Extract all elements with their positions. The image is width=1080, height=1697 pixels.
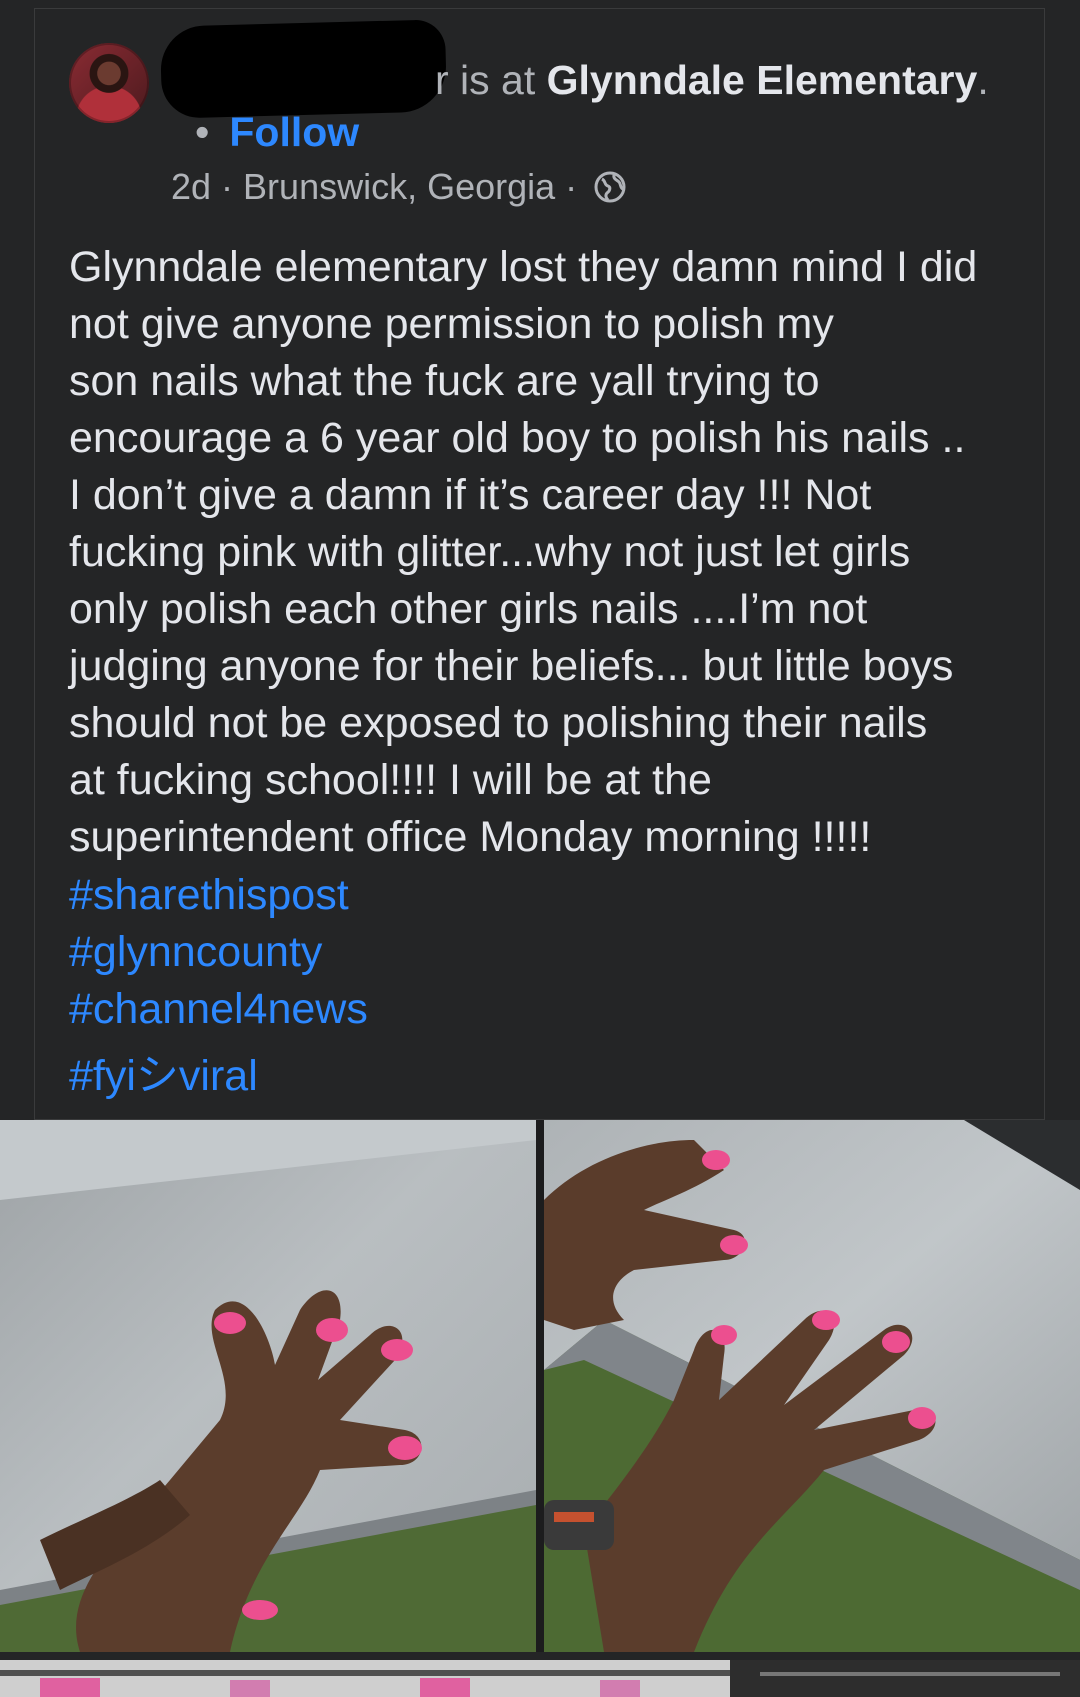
follow-row: • Follow bbox=[195, 107, 359, 157]
post-text-line: I don’t give a damn if it’s career day !… bbox=[69, 471, 872, 519]
follow-separator: • bbox=[195, 109, 210, 155]
post-text-line: encourage a 6 year old boy to polish his… bbox=[69, 414, 966, 462]
globe-icon[interactable] bbox=[593, 170, 627, 204]
place-suffix: . bbox=[977, 57, 989, 103]
post-text: Glynndale elementary lost they damn mind… bbox=[69, 239, 1059, 866]
place-link[interactable]: Glynndale Elementary bbox=[547, 57, 978, 103]
photo-hand-right[interactable] bbox=[544, 1120, 1080, 1652]
post-card: r is at Glynndale Elementary. • Follow 2d… bbox=[34, 8, 1045, 1120]
post-text-line: son nails what the fuck are yall trying … bbox=[69, 357, 820, 405]
meta-separator: · bbox=[565, 166, 578, 207]
post-text-line: judging anyone for their beliefs... but … bbox=[69, 642, 954, 690]
post-meta: 2d · Brunswick, Georgia · bbox=[171, 165, 627, 209]
hashtag-link[interactable]: #glynncounty bbox=[69, 924, 368, 981]
hashtag-list: #sharethispost #glynncounty #channel4new… bbox=[69, 867, 368, 1105]
post-timestamp[interactable]: 2d bbox=[171, 165, 211, 209]
post-text-line: should not be exposed to polishing their… bbox=[69, 699, 928, 747]
photo-grid bbox=[0, 1120, 1080, 1652]
post-text-line: at fucking school!!!! I will be at the bbox=[69, 756, 712, 804]
follow-button[interactable]: Follow bbox=[229, 109, 359, 155]
redacted-author-name bbox=[159, 19, 448, 119]
hashtag-link[interactable]: #sharethispost bbox=[69, 867, 368, 924]
author-name-fragment[interactable]: r bbox=[435, 57, 449, 103]
post-header: r is at Glynndale Elementary. bbox=[435, 55, 989, 105]
photo-hand-left[interactable] bbox=[0, 1120, 536, 1652]
hashtag-link[interactable]: #channel4news bbox=[69, 981, 368, 1038]
post-text-line: superintendent office Monday morning !!!… bbox=[69, 813, 872, 861]
checkin-text: is at bbox=[448, 57, 547, 103]
hashtag-link[interactable]: #fyiシviral bbox=[69, 1048, 368, 1105]
photo-strip-cafeteria[interactable] bbox=[0, 1660, 1080, 1697]
post-text-line: Glynndale elementary lost they damn mind… bbox=[69, 243, 978, 291]
post-text-line: only polish each other girls nails ....I… bbox=[69, 585, 868, 633]
avatar[interactable] bbox=[69, 43, 149, 123]
post-location[interactable]: Brunswick, Georgia bbox=[243, 165, 555, 209]
post-text-line: not give anyone permission to polish my bbox=[69, 300, 834, 348]
post-text-line: fucking pink with glitter...why not just… bbox=[69, 528, 911, 576]
meta-separator: · bbox=[221, 166, 234, 207]
